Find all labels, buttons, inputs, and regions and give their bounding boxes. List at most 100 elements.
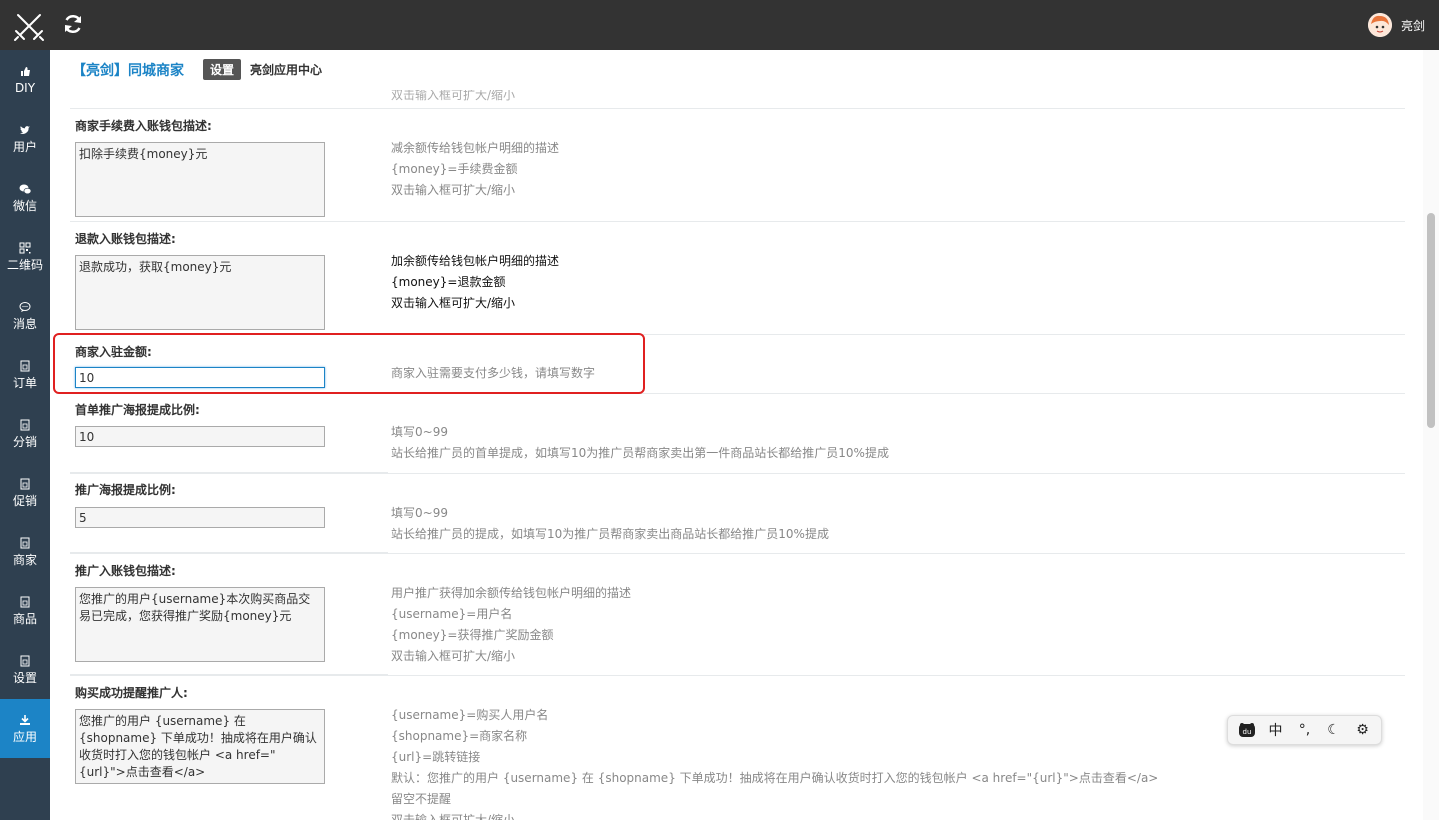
sidebar: DIY 用户微信二维码消息订单分销促销商家商品设置应用 xyxy=(0,50,50,820)
sidebar-item-9[interactable]: 商品 xyxy=(0,581,50,640)
app-center-link[interactable]: 亮剑应用中心 xyxy=(250,61,322,78)
scrollbar[interactable] xyxy=(1423,50,1439,820)
username: 亮剑 xyxy=(1400,18,1425,33)
svg-text:du: du xyxy=(1242,728,1251,736)
number-input[interactable] xyxy=(75,507,325,528)
app-title[interactable]: 【亮剑】同城商家 xyxy=(72,60,184,80)
sidebar-item-5[interactable]: 订单 xyxy=(0,345,50,404)
help-line: 站长给推广员的提成，如填写10为推广员帮商家卖出商品站长都给推广员10%提成 xyxy=(391,527,829,541)
description-textarea[interactable]: 您推广的用户{username}本次购买商品交易已完成，您获得推广奖励{mone… xyxy=(75,587,325,662)
description-textarea[interactable]: 您推广的用户 {username} 在 {shopname} 下单成功！抽成将在… xyxy=(75,709,325,784)
help-line: 减余额传给钱包帐户明细的描述 xyxy=(391,141,560,155)
help-line: {username}=用户名 xyxy=(391,607,513,621)
help-line: 双击输入框可扩大/缩小 xyxy=(391,649,516,663)
sidebar-item-3[interactable]: 二维码 xyxy=(0,227,50,286)
help-line: 商家入驻需要支付多少钱，请填写数字 xyxy=(391,366,596,380)
form-row: 首单推广海报提成比例:填写0~99站长给推广员的首单提成，如填写10为推广员帮商… xyxy=(70,393,1405,474)
merchant-icon xyxy=(20,537,30,548)
help-line: {money}=手续费金额 xyxy=(391,162,518,176)
distribution-icon xyxy=(20,419,30,430)
field-help: 商家入驻需要支付多少钱，请填写数字 xyxy=(391,363,595,384)
ime-toolbar[interactable]: du 中 °, ☾ ⚙ xyxy=(1227,715,1382,745)
sidebar-item-label: DIY xyxy=(14,80,36,95)
sidebar-item-label: 设置 xyxy=(12,670,37,685)
field-help: 填写0~99 站长给推广员的提成，如填写10为推广员帮商家卖出商品站长都给推广员1… xyxy=(391,503,829,545)
ime-punctuation-toggle[interactable]: °, xyxy=(1294,719,1316,741)
number-input[interactable] xyxy=(75,426,325,447)
wechat-icon xyxy=(19,184,31,194)
help-line: 默认：您推广的用户 {username} 在 {shopname} 下单成功！抽… xyxy=(391,771,1159,785)
twitter-bird-icon xyxy=(20,125,30,134)
ime-logo-icon[interactable]: du xyxy=(1236,719,1258,741)
help-line: 双击输入框可扩大/缩小 xyxy=(391,296,516,310)
field-help: 用户推广获得加余额传给钱包帐户明细的描述 {username}=用户名 {money… xyxy=(391,583,631,667)
tab-settings[interactable]: 设置 xyxy=(203,59,242,80)
download-icon xyxy=(20,714,30,725)
settings-icon xyxy=(20,655,30,666)
help-line: 双击输入框可扩大/缩小 xyxy=(391,183,516,197)
form-row: 推广入账钱包描述: 您推广的用户{username}本次购买商品交易已完成，您获得… xyxy=(70,553,1405,676)
sidebar-item-label: 分销 xyxy=(12,434,37,449)
field-help: {username}=购买人用户名 {shopname}=商家名称 {url}=跳转… xyxy=(391,705,1158,820)
avatar xyxy=(1367,13,1392,37)
help-line: 填写0~99 xyxy=(391,425,448,439)
crossed-swords-logo-icon[interactable] xyxy=(13,10,45,42)
thumbs-up-icon xyxy=(21,66,30,76)
help-line: {shopname}=商家名称 xyxy=(391,729,528,743)
moon-icon[interactable]: ☾ xyxy=(1323,719,1345,741)
number-input[interactable] xyxy=(75,367,325,388)
order-icon xyxy=(20,360,30,371)
main-panel: 双击输入框可扩大/缩小 商家手续费入账钱包描述: 扣除手续费{money}元 减余额… xyxy=(50,50,1423,820)
app-header: 【亮剑】同城商家 设置 亮剑应用中心 xyxy=(50,50,1423,90)
qrcode-icon xyxy=(19,242,31,253)
description-textarea[interactable]: 扣除手续费{money}元 xyxy=(75,142,325,217)
sidebar-item-10[interactable]: 设置 xyxy=(0,640,50,699)
field-help: 填写0~99 站长给推广员的首单提成，如填写10为推广员帮商家卖出第一件商品站长都… xyxy=(391,422,889,464)
sidebar-item-8[interactable]: 商家 xyxy=(0,522,50,581)
form-row: 购买成功提醒推广人: 您推广的用户 {username} 在 {shopname}… xyxy=(70,675,1405,820)
help-line: {money}=退款金额 xyxy=(391,275,506,289)
goods-icon xyxy=(20,596,30,607)
user-menu[interactable]: 亮剑 xyxy=(1367,13,1425,37)
sidebar-item-label: 商品 xyxy=(12,611,37,626)
help-line: 站长给推广员的首单提成，如填写10为推广员帮商家卖出第一件商品站长都给推广员10… xyxy=(391,446,889,460)
help-line: {money}=获得推广奖励金额 xyxy=(391,628,554,642)
gear-icon[interactable]: ⚙ xyxy=(1352,719,1374,741)
help-line: {username}=购买人用户名 xyxy=(391,708,549,722)
help-line: 填写0~99 xyxy=(391,506,448,520)
refresh-icon[interactable] xyxy=(62,13,84,35)
help-line: {url}=跳转链接 xyxy=(391,750,481,764)
field-help: 减余额传给钱包帐户明细的描述 {money}=手续费金额 双击输入框可扩大/缩小 xyxy=(391,138,559,201)
sidebar-item-2[interactable]: 微信 xyxy=(0,168,50,227)
sidebar-item-6[interactable]: 分销 xyxy=(0,404,50,463)
ime-language-toggle[interactable]: 中 xyxy=(1265,719,1287,741)
sidebar-item-label: 促销 xyxy=(12,493,37,508)
top-bar: 亮剑 xyxy=(0,0,1439,50)
sidebar-item-label: 微信 xyxy=(12,198,37,213)
description-textarea[interactable]: 退款成功，获取{money}元 xyxy=(75,255,325,330)
scroll-thumb[interactable] xyxy=(1427,213,1435,428)
form-row: 商家入驻金额:商家入驻需要支付多少钱，请填写数字 xyxy=(70,334,1405,394)
sidebar-item-4[interactable]: 消息 xyxy=(0,286,50,345)
form-row: 商家手续费入账钱包描述: 扣除手续费{money}元 减余额传给钱包帐户明细的描述{… xyxy=(70,108,1405,223)
sidebar-item-0[interactable]: DIY xyxy=(0,50,50,109)
help-line: 用户推广获得加余额传给钱包帐户明细的描述 xyxy=(391,586,632,600)
sidebar-item-7[interactable]: 促销 xyxy=(0,463,50,522)
message-icon xyxy=(19,301,31,312)
sidebar-item-11[interactable]: 应用 xyxy=(0,699,50,758)
sidebar-item-label: 消息 xyxy=(12,316,37,331)
sidebar-item-1[interactable]: 用户 xyxy=(0,109,50,168)
sidebar-item-label: 商家 xyxy=(12,552,37,567)
help-line: 双击输入框可扩大/缩小 xyxy=(391,813,516,820)
help-line: 留空不提醒 xyxy=(391,792,452,806)
sidebar-item-label: 订单 xyxy=(12,375,37,390)
help-line: 加余额传给钱包帐户明细的描述 xyxy=(391,254,560,268)
sidebar-item-label: 二维码 xyxy=(6,257,43,272)
avatar-icon xyxy=(1367,13,1392,37)
settings-form: 双击输入框可扩大/缩小 商家手续费入账钱包描述: 扣除手续费{money}元 减余额… xyxy=(70,50,1405,820)
form-row: 退款入账钱包描述: 退款成功，获取{money}元 加余额传给钱包帐户明细的描述 {m… xyxy=(70,221,1405,336)
form-row: 推广海报提成比例:填写0~99站长给推广员的提成，如填写10为推广员帮商家卖出商… xyxy=(70,473,1405,554)
field-help: 加余额传给钱包帐户明细的描述 {money}=退款金额 双击输入框可扩大/缩小 xyxy=(391,251,559,314)
sidebar-item-label: 应用 xyxy=(12,729,37,744)
sidebar-item-label: 用户 xyxy=(12,139,37,154)
